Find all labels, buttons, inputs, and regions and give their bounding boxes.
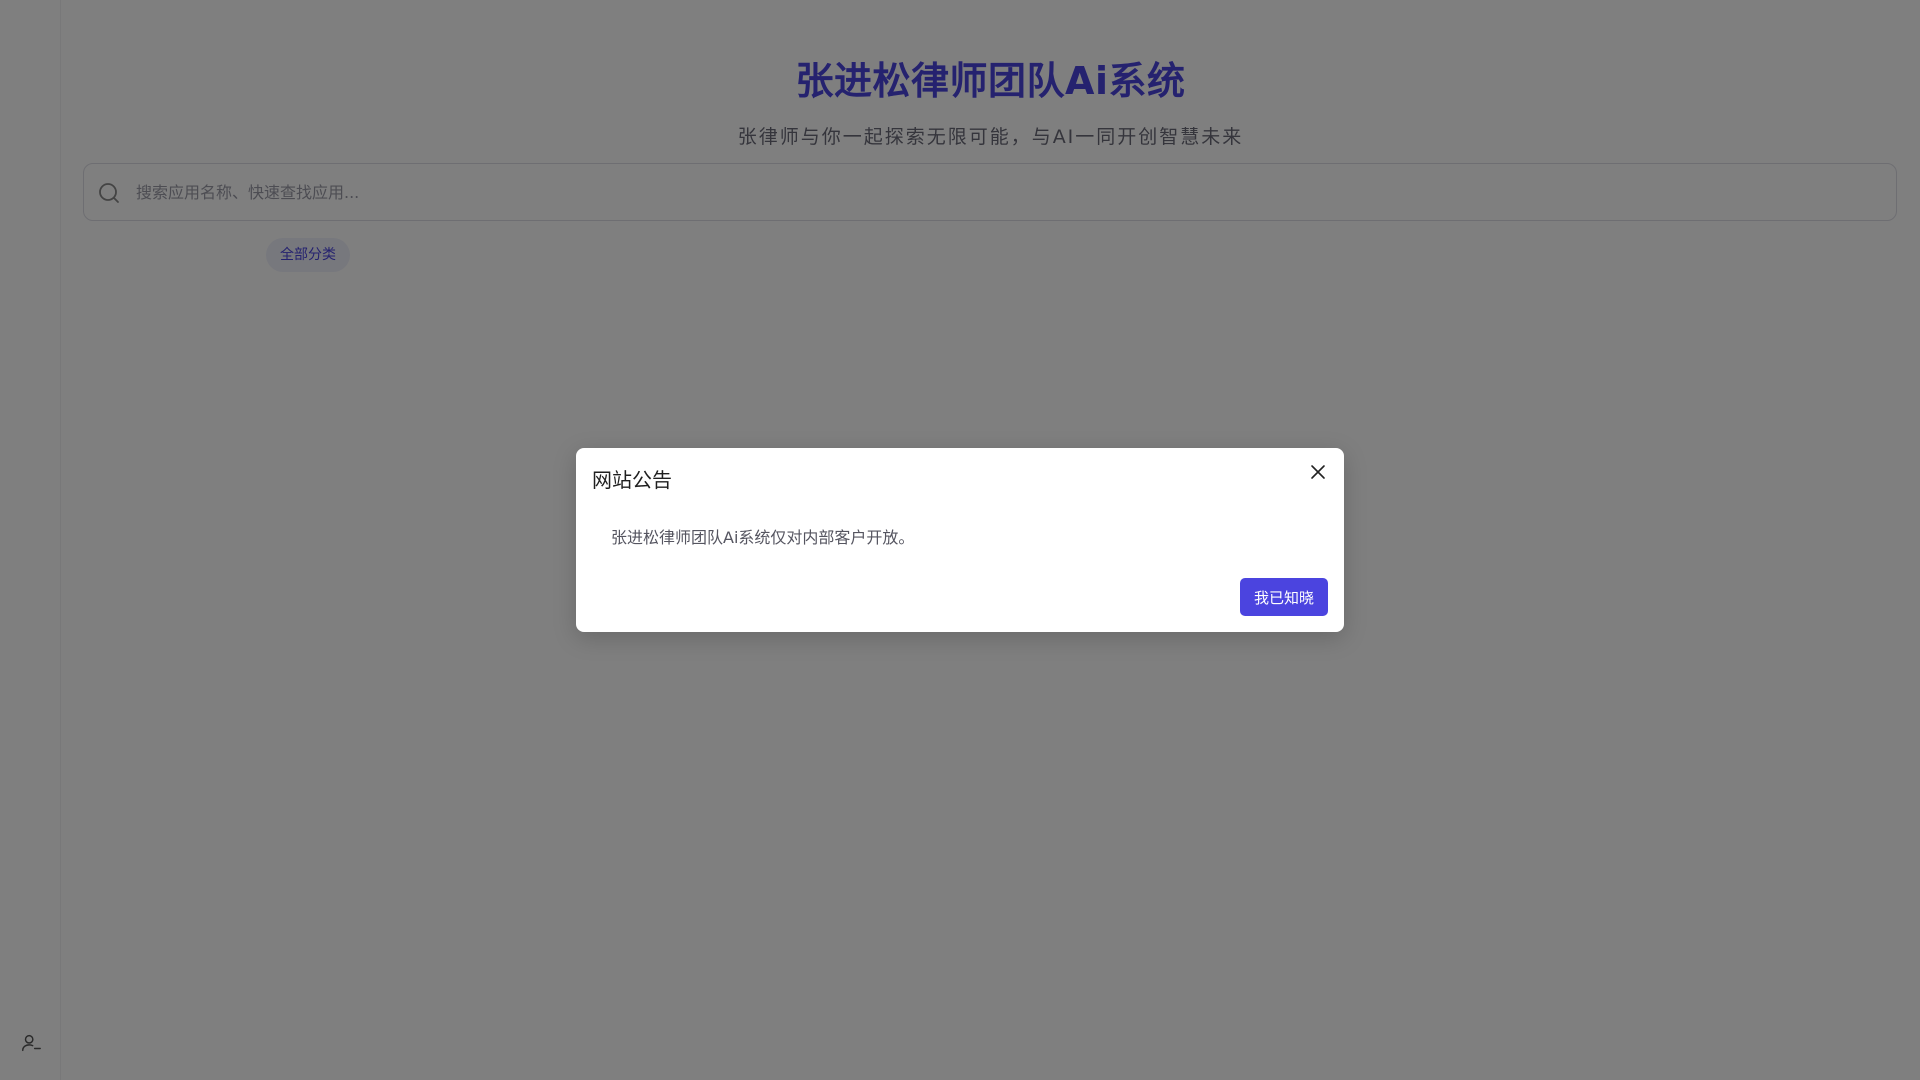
- app-root: 张进松律师团队Ai系统 张律师与你一起探索无限可能，与AI一同开创智慧未来 全部…: [0, 0, 1920, 1080]
- acknowledge-button[interactable]: 我已知晓: [1240, 578, 1328, 616]
- close-icon: [1311, 465, 1325, 479]
- modal-message: 张进松律师团队Ai系统仅对内部客户开放。: [611, 528, 915, 547]
- announcement-modal: 网站公告 张进松律师团队Ai系统仅对内部客户开放。 我已知晓: [576, 448, 1344, 632]
- modal-title: 网站公告: [592, 468, 672, 492]
- modal-close-button[interactable]: [1306, 460, 1330, 484]
